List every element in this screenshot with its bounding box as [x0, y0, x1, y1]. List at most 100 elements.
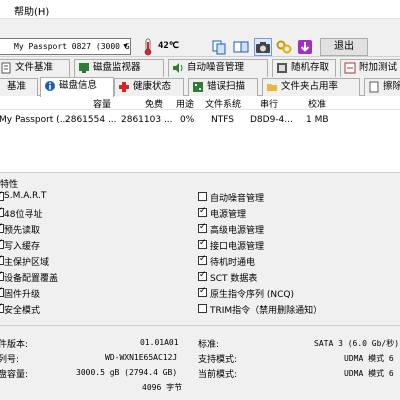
tab-aam[interactable]: 自动噪音管理: [168, 59, 268, 77]
tab-label: 磁盘监视器: [93, 62, 141, 73]
feature-checkbox: [198, 254, 207, 265]
exit-button[interactable]: 退出: [320, 38, 368, 56]
feature-label: 电源管理: [210, 210, 247, 220]
feature-label: 安全模式: [4, 306, 41, 316]
drive-select[interactable]: My Passport 0827 (3000 GB) ▼: [0, 38, 131, 55]
feature-checkbox: [198, 270, 207, 281]
tab-random-access[interactable]: 随机存取: [272, 59, 336, 77]
features-title: 特性: [0, 180, 19, 190]
cell-filesystem: NTFS: [211, 115, 234, 125]
info-value-capacity: 3000.5 gB (2794.4 GB): [76, 368, 178, 377]
info-value-supported-mode: UDMA 模式 6: [344, 354, 394, 363]
tab-row-1: 文件基准 磁盘监视器 自动噪音管理 随机存取 附加测试: [0, 58, 400, 77]
info-icon: [45, 81, 55, 91]
thermometer-icon: [144, 38, 152, 56]
feature-label: 48位寻址: [4, 210, 43, 220]
health-cross-icon: [119, 82, 129, 92]
feature-checkbox: [198, 304, 207, 313]
column-header-free[interactable]: 免费: [145, 97, 163, 110]
scan-icon: [193, 82, 203, 92]
feature-label: S.M.A.R.T: [4, 191, 47, 201]
feature-label: 待机时通电: [210, 258, 256, 268]
features-panel: 特性 S.M.A.R.T 48位寻址 预先读取 写入缓存 主保护区域 设备配置覆…: [0, 172, 400, 322]
column-header-filesystem[interactable]: 文件系统: [205, 97, 241, 110]
cell-name: My Passport (...: [0, 115, 69, 125]
info-label-serial: 列号:: [0, 355, 20, 365]
tab-error-scan[interactable]: 错误扫描: [188, 78, 258, 96]
feature-label: 预先读取: [4, 226, 41, 236]
tab-row-2: 基准 磁盘信息 健康状态 错误扫描 文件夹占用率 擦除: [0, 77, 400, 97]
feature-checkbox: [198, 206, 207, 217]
cell-alignment: 1 MB: [306, 115, 329, 125]
chevron-down-icon[interactable]: ▼: [120, 39, 130, 54]
column-header-usage[interactable]: 用途: [176, 97, 194, 110]
copy-icon: [212, 40, 226, 55]
camera-icon: [256, 42, 270, 53]
info-label-capacity: 盘容量:: [0, 370, 29, 380]
tab-label: 附加测试: [359, 62, 398, 73]
tab-erase[interactable]: 擦除: [364, 78, 400, 96]
feature-label: 接口电源管理: [210, 242, 265, 252]
feature-label: 设备配置覆盖: [4, 274, 59, 284]
feature-label: TRIM指令（禁用删除通知）: [210, 306, 323, 316]
tab-extra-tests[interactable]: 附加测试: [340, 59, 400, 77]
partition-table: 容量 免费 用途 文件系统 串行 校准 My Passport (... 286…: [0, 96, 400, 172]
tab-label: 文件夹占用率: [281, 81, 339, 92]
folder-icon: [267, 84, 277, 91]
copy-all-button[interactable]: [232, 38, 250, 56]
copy-text-button[interactable]: [210, 38, 228, 56]
info-label-supported-mode: 支持模式:: [198, 355, 238, 365]
feature-checkbox: [198, 238, 207, 249]
speaker-icon: [173, 63, 183, 73]
divider: [0, 325, 400, 326]
screenshot-button[interactable]: [254, 38, 272, 56]
tab-benchmark[interactable]: 基准: [0, 78, 38, 96]
feature-checkbox: [198, 286, 207, 297]
feature-label: SCT 数据表: [210, 274, 258, 284]
info-value-sector: 4096 字节: [142, 383, 183, 392]
info-label-firmware: 件版本:: [0, 340, 29, 350]
cell-capacity: 2861554 ...: [65, 115, 117, 125]
tab-label: 文件基准: [15, 62, 54, 73]
tab-folder-usage[interactable]: 文件夹占用率: [262, 78, 360, 96]
tab-label: 随机存取: [291, 62, 330, 73]
info-value-serial: WD-WXN1E65AC12J: [105, 353, 178, 362]
feature-label: 主保护区域: [4, 258, 50, 268]
tab-health[interactable]: 健康状态: [114, 78, 184, 96]
drive-select-value: My Passport 0827 (3000 GB): [14, 42, 131, 51]
column-header-capacity[interactable]: 容量: [93, 97, 111, 110]
menu-bar: 帮助(H): [0, 0, 400, 19]
device-info-panel: 件版本: 01.01A01 列号: WD-WXN1E65AC12J 盘容量: 3…: [0, 327, 400, 400]
chain-icon: [276, 40, 292, 54]
erase-icon: [369, 81, 379, 93]
feature-label: 高级电源管理: [210, 226, 265, 236]
info-value-current-mode: UDMA 模式 6: [344, 369, 394, 378]
table-header: 容量 免费 用途 文件系统 串行 校准: [0, 96, 400, 110]
cell-serial: D8D9-4...: [250, 115, 293, 125]
tab-label: 自动噪音管理: [187, 62, 245, 73]
feature-label: 固件升级: [4, 290, 41, 300]
tab-label: 健康状态: [133, 81, 172, 92]
info-label-standard: 标准:: [198, 340, 220, 350]
column-header-serial[interactable]: 串行: [260, 97, 278, 110]
random-access-icon: [277, 63, 287, 73]
download-arrow-icon: [298, 40, 312, 54]
feature-label: 自动噪音管理: [210, 194, 265, 204]
tab-file-benchmark[interactable]: 文件基准: [0, 59, 70, 77]
options-button[interactable]: [275, 38, 293, 56]
feature-label: 原生指令序列 (NCQ): [210, 290, 294, 300]
save-button[interactable]: [296, 38, 314, 56]
tab-disk-monitor[interactable]: 磁盘监视器: [74, 59, 164, 77]
feature-checkbox: [198, 222, 207, 233]
column-header-alignment[interactable]: 校准: [308, 97, 326, 110]
tab-disk-info[interactable]: 磁盘信息: [40, 77, 114, 97]
tab-label: 磁盘信息: [59, 80, 98, 91]
monitor-icon: [79, 63, 89, 73]
cell-free: 2861103 ...: [121, 115, 173, 125]
menu-item-help[interactable]: 帮助(H): [14, 3, 49, 18]
feature-checkbox: [198, 192, 207, 201]
tab-label: 错误扫描: [207, 81, 246, 92]
copy-multiple-icon: [233, 41, 249, 53]
file-icon: [1, 62, 11, 74]
info-value-firmware: 01.01A01: [140, 338, 179, 347]
